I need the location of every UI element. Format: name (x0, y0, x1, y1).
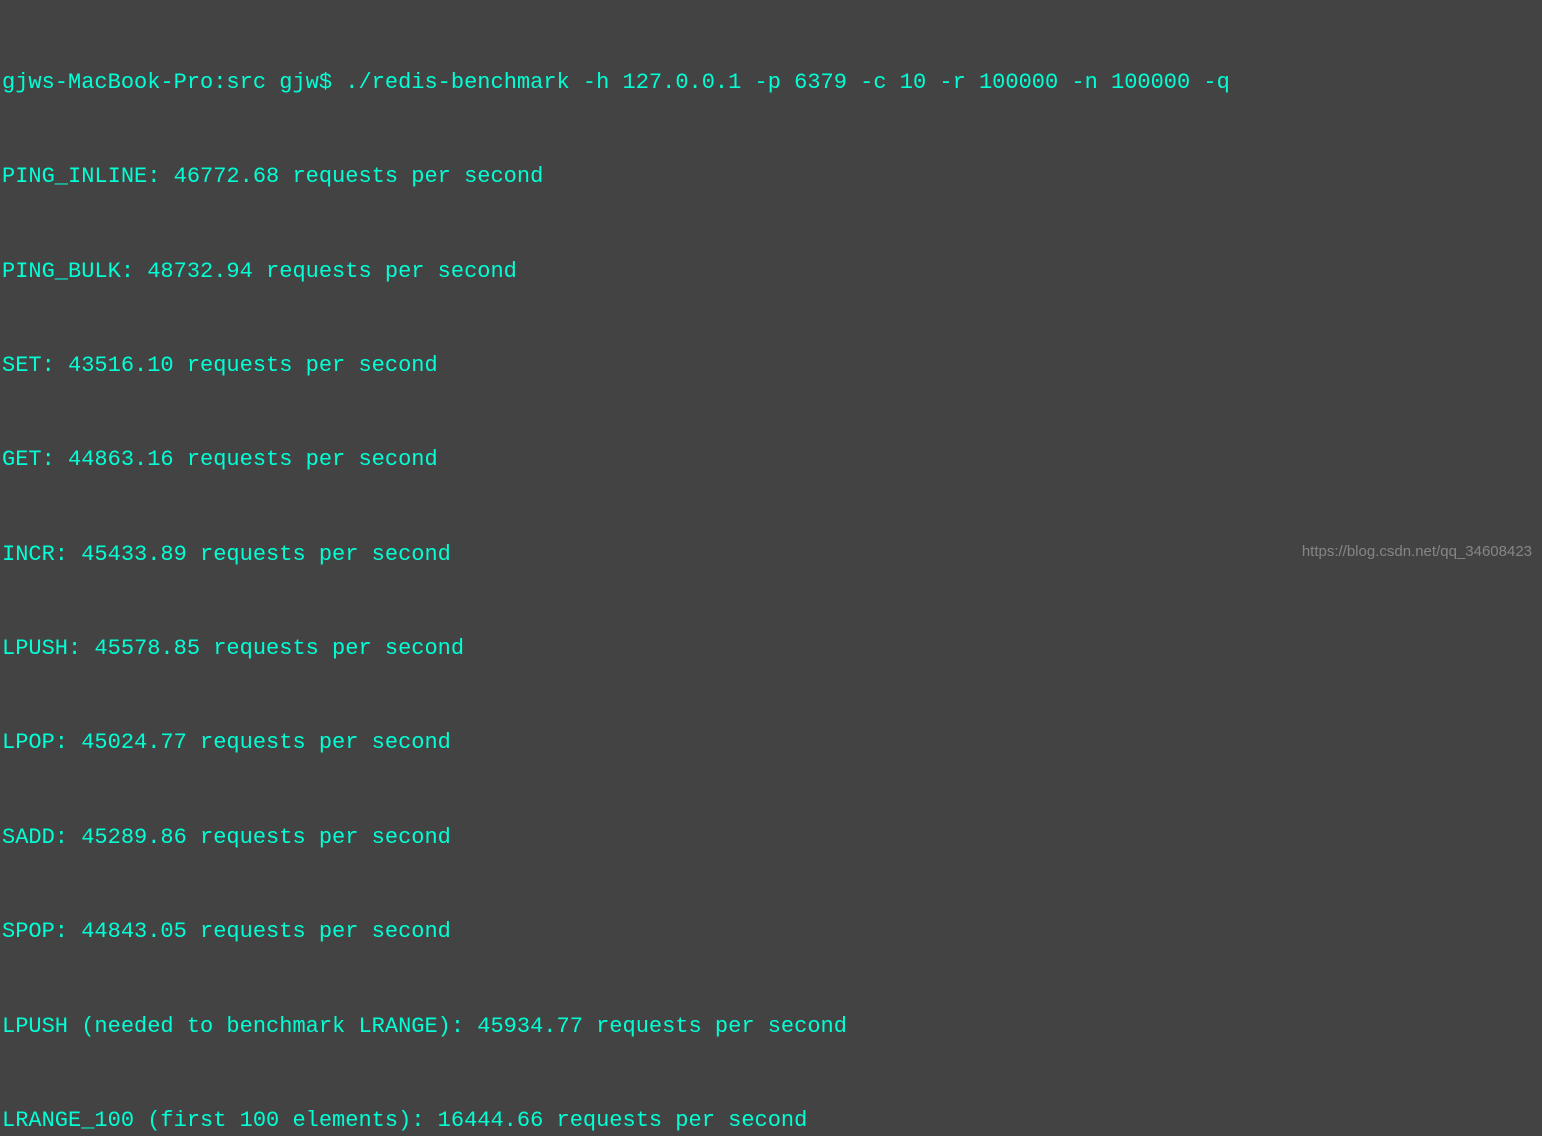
output-line: SADD: 45289.86 requests per second (2, 822, 1540, 853)
output-line: SET: 43516.10 requests per second (2, 350, 1540, 381)
output-line: GET: 44863.16 requests per second (2, 444, 1540, 475)
watermark-text: https://blog.csdn.net/qq_34608423 (1302, 541, 1532, 562)
output-line: SPOP: 44843.05 requests per second (2, 916, 1540, 947)
output-line: PING_BULK: 48732.94 requests per second (2, 256, 1540, 287)
command-text: ./redis-benchmark -h 127.0.0.1 -p 6379 -… (345, 70, 1230, 95)
output-line: LPOP: 45024.77 requests per second (2, 727, 1540, 758)
command-line: gjws-MacBook-Pro:src gjw$ ./redis-benchm… (2, 67, 1540, 98)
output-line: LRANGE_100 (first 100 elements): 16444.6… (2, 1105, 1540, 1136)
terminal-window[interactable]: gjws-MacBook-Pro:src gjw$ ./redis-benchm… (0, 0, 1542, 1136)
output-line: PING_INLINE: 46772.68 requests per secon… (2, 161, 1540, 192)
output-line: LPUSH (needed to benchmark LRANGE): 4593… (2, 1011, 1540, 1042)
output-line: LPUSH: 45578.85 requests per second (2, 633, 1540, 664)
prompt: gjws-MacBook-Pro:src gjw$ (2, 70, 345, 95)
